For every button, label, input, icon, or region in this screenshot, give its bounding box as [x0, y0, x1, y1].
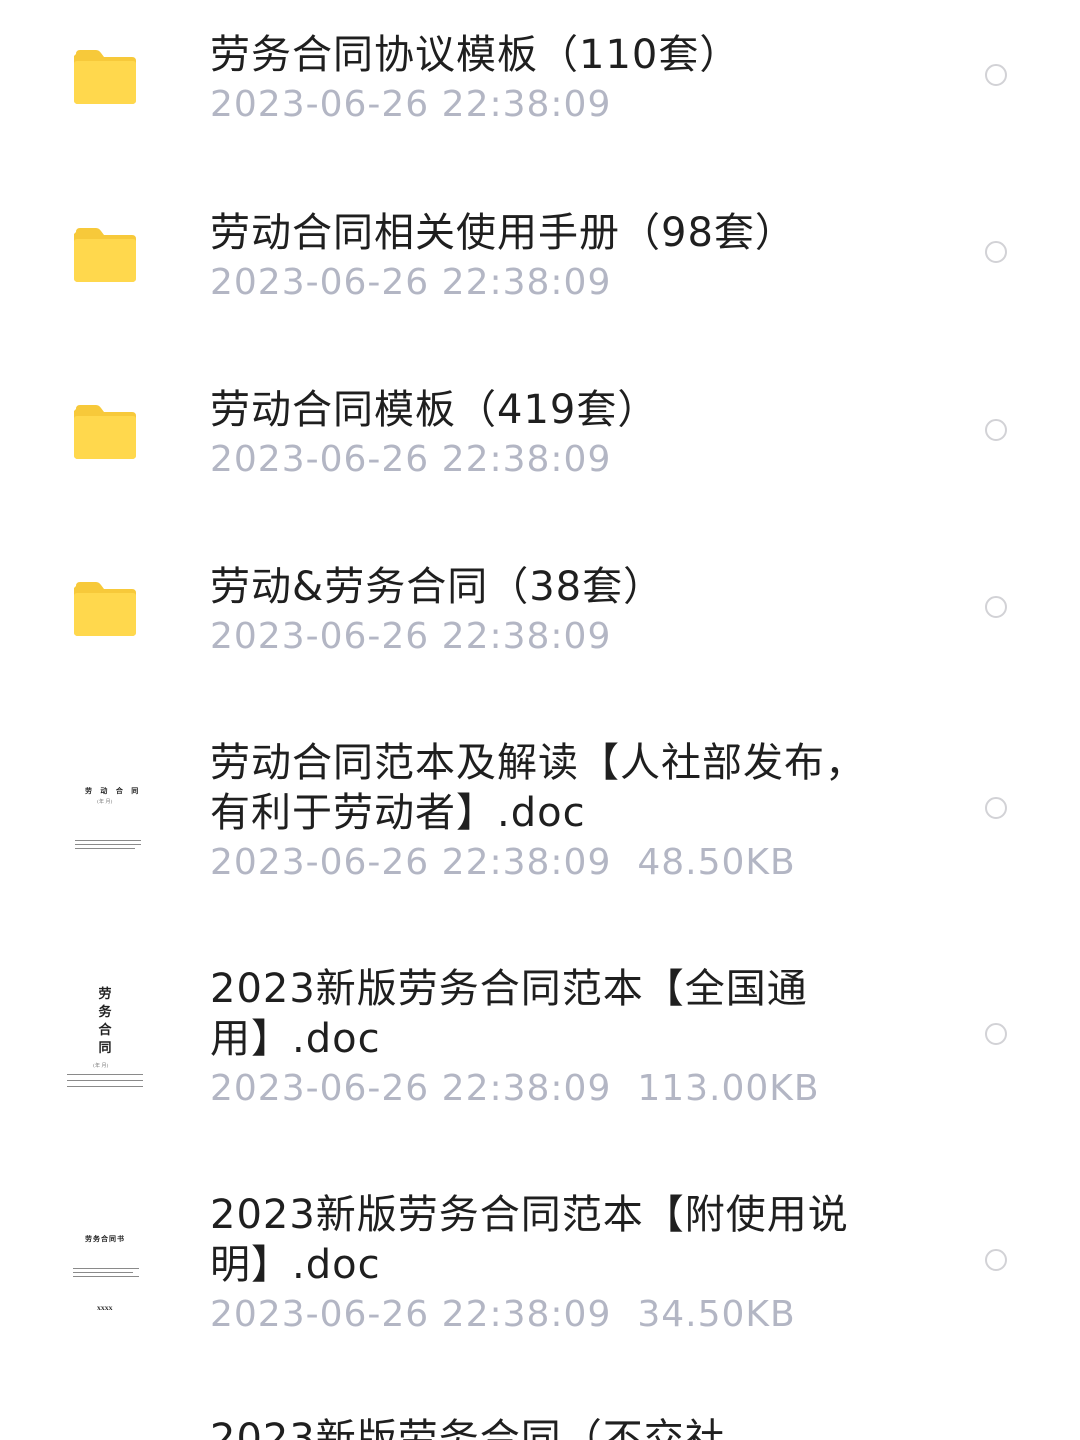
file-name: 劳务合同协议模板（110套）: [210, 32, 741, 78]
file-name: 劳动合同相关使用手册（98套）: [210, 210, 796, 256]
file-name: 劳动合同范本及解读【人社部发布，有利于劳动者】.doc: [210, 740, 866, 836]
folder-icon: [60, 210, 150, 300]
file-date: 2023-06-26 22:38:09: [210, 439, 612, 480]
file-row[interactable]: 劳动合同相关使用手册（98套） 2023-06-26 22:38:09: [0, 178, 1080, 338]
file-meta: 2023-06-26 22:38:09 113.00KB: [210, 1064, 890, 1114]
document-thumbnail-icon: 劳务合同 (年 月): [60, 980, 150, 1100]
select-radio[interactable]: [985, 1249, 1007, 1271]
file-row[interactable]: 劳 动 合 同 (年 月) 劳动合同范本及解读【人社部发布，有利于劳动者】.do…: [0, 710, 1080, 910]
file-row[interactable]: 劳务合同书 XXXX 2023新版劳务合同范本【附使用说明】.doc 2023-…: [0, 1162, 1080, 1362]
file-size: 34.50KB: [637, 1294, 796, 1335]
file-name: 劳动&劳务合同（38套）: [210, 564, 665, 610]
file-row[interactable]: 劳动&劳务合同（38套） 2023-06-26 22:38:09: [0, 532, 1080, 692]
document-thumbnail-icon: 劳 动 合 同 (年 月): [60, 758, 150, 868]
file-date: 2023-06-26 22:38:09: [210, 84, 612, 125]
file-name: 2023新版劳务合同范本【附使用说明】.doc: [210, 1192, 849, 1288]
select-radio[interactable]: [985, 419, 1007, 441]
file-date: 2023-06-26 22:38:09: [210, 1068, 612, 1109]
select-radio[interactable]: [985, 1023, 1007, 1045]
file-row[interactable]: 劳务合同 (年 月) 2023新版劳务合同范本【全国通用】.doc 2023-0…: [0, 936, 1080, 1136]
file-name: 2023新版劳务合同（不交社: [210, 1416, 726, 1440]
file-list: 劳务合同协议模板（110套） 2023-06-26 22:38:09 劳动合同相…: [0, 0, 1080, 1440]
file-meta: 2023-06-26 22:38:09: [210, 435, 890, 485]
folder-icon: [60, 564, 150, 654]
file-name: 劳动合同模板（419套）: [210, 387, 659, 433]
file-meta: 2023-06-26 22:38:09: [210, 258, 890, 308]
file-row[interactable]: 2023新版劳务合同（不交社: [0, 1388, 1080, 1440]
file-date: 2023-06-26 22:38:09: [210, 842, 612, 883]
file-date: 2023-06-26 22:38:09: [210, 262, 612, 303]
file-size: 48.50KB: [637, 842, 796, 883]
folder-icon: [60, 387, 150, 477]
file-meta: 2023-06-26 22:38:09 48.50KB: [210, 838, 890, 888]
file-row[interactable]: 劳务合同协议模板（110套） 2023-06-26 22:38:09: [0, 0, 1080, 160]
file-size: 113.00KB: [637, 1068, 820, 1109]
file-date: 2023-06-26 22:38:09: [210, 616, 612, 657]
file-meta: 2023-06-26 22:38:09: [210, 80, 890, 130]
file-name: 2023新版劳务合同范本【全国通用】.doc: [210, 966, 808, 1062]
document-thumbnail-icon: 劳务合同书 XXXX: [60, 1206, 150, 1316]
file-row[interactable]: 劳动合同模板（419套） 2023-06-26 22:38:09: [0, 355, 1080, 515]
select-radio[interactable]: [985, 596, 1007, 618]
folder-icon: [60, 32, 150, 122]
select-radio[interactable]: [985, 241, 1007, 263]
file-meta: 2023-06-26 22:38:09 34.50KB: [210, 1290, 890, 1340]
select-radio[interactable]: [985, 64, 1007, 86]
file-meta: 2023-06-26 22:38:09: [210, 612, 890, 662]
file-date: 2023-06-26 22:38:09: [210, 1294, 612, 1335]
select-radio[interactable]: [985, 797, 1007, 819]
